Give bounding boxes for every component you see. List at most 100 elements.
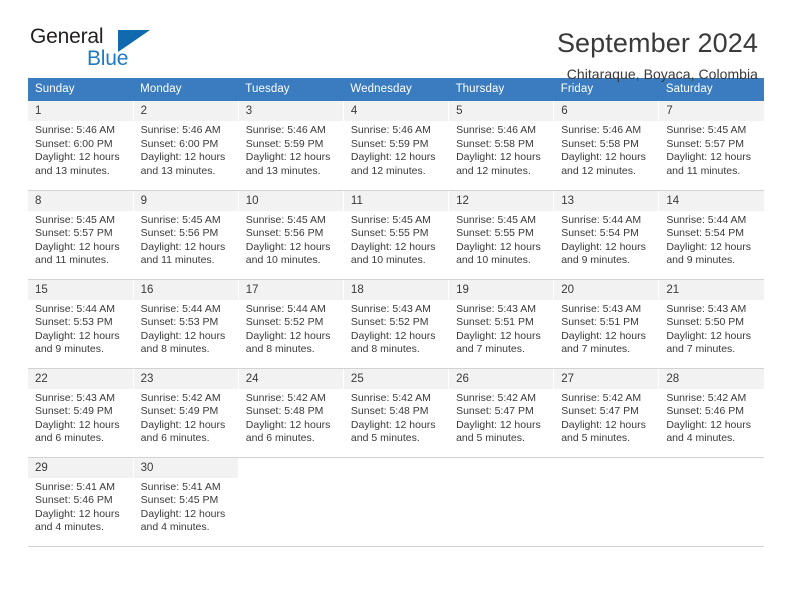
day-details: Sunrise: 5:45 AM Sunset: 5:56 PM Daylight:… [239,211,343,268]
calendar-day-cell[interactable]: 7 Sunrise: 5:45 AM Sunset: 5:57 PM Daylight… [658,101,764,191]
sunset-text: Sunset: 5:48 PM [245,405,324,418]
sunrise-text: Sunrise: 5:43 AM [350,302,431,315]
calendar-day-cell[interactable]: 27 Sunrise: 5:42 AM Sunset: 5:47 PM Dayligh… [553,368,660,458]
calendar-day-cell[interactable]: 2 Sunrise: 5:46 AM Sunset: 6:00 PM Daylight… [133,101,239,191]
calendar-day-cell[interactable]: 6 Sunrise: 5:46 AM Sunset: 5:58 PM Daylight… [553,101,660,191]
calendar-day-cell[interactable]: 13 Sunrise: 5:44 AM Sunset: 5:54 PM Dayligh… [553,190,660,280]
calendar-day-cell[interactable]: 10 Sunrise: 5:45 AM Sunset: 5:56 PM Dayligh… [238,190,344,280]
calendar-week-row: 8 Sunrise: 5:45 AM Sunset: 5:57 PM Daylight… [28,190,764,280]
calendar-day-cell[interactable]: 3 Sunrise: 5:46 AM Sunset: 5:59 PM Daylight… [238,101,344,191]
daylight-text-line1: Daylight: 12 hours [140,151,226,164]
calendar-week-row: 22 Sunrise: 5:43 AM Sunset: 5:49 PM Dayligh… [28,368,764,458]
sunset-text: Sunset: 5:45 PM [140,494,219,507]
daylight-text-line1: Daylight: 12 hours [456,329,541,342]
day-details: Sunrise: 5:42 AM Sunset: 5:49 PM Daylight:… [134,389,238,446]
calendar-day-cell[interactable]: 12 Sunrise: 5:45 AM Sunset: 5:55 PM Dayligh… [448,190,555,280]
calendar-day-cell[interactable]: 11 Sunrise: 5:45 AM Sunset: 5:55 PM Dayligh… [343,190,450,280]
day-details: Sunrise: 5:44 AM Sunset: 5:54 PM Daylight:… [554,211,658,268]
sun-times-calendar: Sunday Monday Tuesday Wednesday Thursday… [28,78,764,547]
calendar-day-cell[interactable]: 25 Sunrise: 5:42 AM Sunset: 5:48 PM Dayligh… [343,368,450,458]
general-blue-logo: General Blue [30,26,150,74]
daylight-text-line1: Daylight: 12 hours [666,151,751,164]
daylight-text-line2: and 10 minutes. [350,254,426,267]
sunset-text: Sunset: 5:49 PM [140,405,219,418]
sunrise-text: Sunrise: 5:46 AM [140,124,221,136]
calendar-day-cell[interactable]: 4 Sunrise: 5:46 AM Sunset: 5:59 PM Daylight… [343,101,450,191]
calendar-week-row: 15 Sunrise: 5:44 AM Sunset: 5:53 PM Dayligh… [28,279,764,369]
sunrise-text: Sunrise: 5:45 AM [456,213,537,226]
day-details: Sunrise: 5:43 AM Sunset: 5:50 PM Daylight:… [659,300,764,357]
calendar-day-cell[interactable]: 24 Sunrise: 5:42 AM Sunset: 5:48 PM Dayligh… [238,368,344,458]
daylight-text-line1: Daylight: 12 hours [456,418,541,431]
daylight-text-line2: and 8 minutes. [140,343,210,356]
calendar-day-cell[interactable]: 22 Sunrise: 5:43 AM Sunset: 5:49 PM Dayligh… [28,368,134,458]
day-details: Sunrise: 5:42 AM Sunset: 5:48 PM Daylight:… [344,389,448,446]
calendar-day-cell[interactable]: 8 Sunrise: 5:45 AM Sunset: 5:57 PM Daylight… [28,190,134,280]
sunset-text: Sunset: 5:53 PM [140,316,219,329]
daylight-text-line2: and 13 minutes. [35,164,110,177]
calendar-day-cell[interactable]: 26 Sunrise: 5:42 AM Sunset: 5:47 PM Dayligh… [448,368,555,458]
daylight-text-line2: and 7 minutes. [456,343,525,356]
day-number: 10 [238,190,343,211]
day-number: 7 [659,101,764,121]
weekday-header-tuesday: Tuesday [238,78,344,101]
title-block: September 2024 Chitaraque, Boyaca, Colom… [557,26,758,82]
sunrise-text: Sunrise: 5:43 AM [561,302,642,315]
sunrise-text: Sunrise: 5:45 AM [245,213,326,226]
calendar-day-cell[interactable]: 23 Sunrise: 5:42 AM Sunset: 5:49 PM Dayligh… [133,368,239,458]
calendar-day-cell[interactable]: 14 Sunrise: 5:44 AM Sunset: 5:54 PM Dayligh… [658,190,764,280]
logo-text-general: General [30,25,104,48]
calendar-day-cell[interactable]: 20 Sunrise: 5:43 AM Sunset: 5:51 PM Dayligh… [553,279,660,369]
day-number: 14 [659,190,764,211]
calendar-day-cell[interactable]: 21 Sunrise: 5:43 AM Sunset: 5:50 PM Dayligh… [658,279,764,369]
daylight-text-line1: Daylight: 12 hours [350,329,436,342]
day-details [239,478,343,481]
daylight-text-line2: and 5 minutes. [456,432,525,445]
calendar-day-cell[interactable]: 19 Sunrise: 5:43 AM Sunset: 5:51 PM Dayligh… [448,279,555,369]
daylight-text-line1: Daylight: 12 hours [456,240,541,253]
day-number [343,457,449,478]
day-details: Sunrise: 5:43 AM Sunset: 5:52 PM Daylight:… [344,300,448,357]
day-number: 23 [133,368,238,389]
day-details: Sunrise: 5:41 AM Sunset: 5:45 PM Daylight:… [134,478,238,535]
daylight-text-line2: and 6 minutes. [245,432,315,445]
day-details: Sunrise: 5:44 AM Sunset: 5:53 PM Daylight:… [134,300,238,357]
calendar-day-cell[interactable]: 15 Sunrise: 5:44 AM Sunset: 5:53 PM Dayligh… [28,279,134,369]
calendar-day-cell[interactable]: 18 Sunrise: 5:43 AM Sunset: 5:52 PM Dayligh… [343,279,450,369]
calendar-day-cell[interactable]: 9 Sunrise: 5:45 AM Sunset: 5:56 PM Daylight… [133,190,239,280]
day-number [238,457,343,478]
sunrise-text: Sunrise: 5:46 AM [245,124,326,136]
day-details: Sunrise: 5:43 AM Sunset: 5:51 PM Daylight:… [554,300,658,357]
day-number: 2 [133,101,238,121]
day-number [554,457,659,478]
day-details: Sunrise: 5:44 AM Sunset: 5:53 PM Daylight:… [28,300,133,357]
daylight-text-line1: Daylight: 12 hours [140,329,226,342]
daylight-text-line2: and 11 minutes. [666,164,741,177]
daylight-text-line2: and 7 minutes. [666,343,736,356]
calendar-day-cell[interactable]: 5 Sunrise: 5:46 AM Sunset: 5:58 PM Daylight… [448,101,555,191]
calendar-day-cell[interactable]: 16 Sunrise: 5:44 AM Sunset: 5:53 PM Dayligh… [133,279,239,369]
calendar-day-cell-empty [553,457,660,547]
calendar-day-cell[interactable]: 28 Sunrise: 5:42 AM Sunset: 5:46 PM Dayligh… [658,368,764,458]
day-details: Sunrise: 5:45 AM Sunset: 5:57 PM Daylight:… [659,121,764,178]
daylight-text-line1: Daylight: 12 hours [245,151,331,164]
calendar-day-cell[interactable]: 30 Sunrise: 5:41 AM Sunset: 5:45 PM Dayligh… [133,457,239,547]
daylight-text-line1: Daylight: 12 hours [140,240,226,253]
daylight-text-line1: Daylight: 12 hours [561,418,646,431]
sunset-text: Sunset: 5:59 PM [245,137,324,150]
calendar-day-cell[interactable]: 17 Sunrise: 5:44 AM Sunset: 5:52 PM Dayligh… [238,279,344,369]
daylight-text-line1: Daylight: 12 hours [140,418,226,431]
sunset-text: Sunset: 5:51 PM [456,316,534,329]
calendar-day-cell[interactable]: 29 Sunrise: 5:41 AM Sunset: 5:46 PM Dayligh… [28,457,134,547]
sunrise-text: Sunrise: 5:42 AM [350,391,431,404]
sunset-text: Sunset: 5:58 PM [561,137,639,150]
sunset-text: Sunset: 5:52 PM [350,316,429,329]
daylight-text-line1: Daylight: 12 hours [561,329,646,342]
sunrise-text: Sunrise: 5:42 AM [245,391,326,404]
calendar-day-cell[interactable]: 1 Sunrise: 5:46 AM Sunset: 6:00 PM Daylight… [28,101,134,191]
sunrise-text: Sunrise: 5:44 AM [561,213,642,226]
daylight-text-line2: and 11 minutes. [140,254,215,267]
daylight-text-line2: and 10 minutes. [245,254,321,267]
day-details [554,478,658,481]
sunrise-text: Sunrise: 5:43 AM [666,302,747,315]
